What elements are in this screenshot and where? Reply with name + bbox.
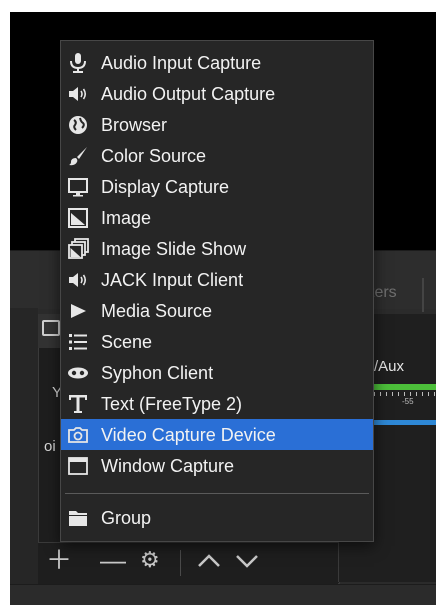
menu-item-label: JACK Input Client	[101, 270, 244, 290]
source-label-fragment: oi	[44, 438, 56, 455]
menu-item-audio-output-capture[interactable]: Audio Output Capture	[61, 78, 373, 109]
menu-item-label: Syphon Client	[101, 363, 214, 383]
microphone-icon	[70, 53, 86, 73]
menu-item-media-source[interactable]: Media Source	[61, 295, 373, 326]
menu-item-label: Scene	[101, 332, 153, 352]
menu-item-label: Group	[101, 508, 152, 528]
sources-panel-icon	[42, 320, 60, 336]
speaker-icon	[69, 273, 87, 287]
menu-item-label: Text (FreeType 2)	[101, 394, 243, 414]
menu-item-display-capture[interactable]: Display Capture	[61, 171, 373, 202]
menu-item-label: Window Capture	[101, 456, 235, 476]
menu-item-browser[interactable]: Browser	[61, 109, 373, 140]
menu-item-label: Media Source	[101, 301, 213, 321]
audio-channel-label: /Aux	[374, 358, 405, 375]
folder-icon	[69, 511, 87, 526]
globe-icon	[69, 116, 87, 134]
tab-divider	[422, 278, 424, 312]
play-icon	[71, 304, 86, 318]
menu-item-group[interactable]: Group	[61, 502, 373, 533]
menu-item-scene[interactable]: Scene	[61, 326, 373, 357]
menu-item-label: Image Slide Show	[101, 239, 247, 259]
volume-meter-scale: -55	[402, 397, 414, 406]
menu-item-label: Audio Input Capture	[101, 53, 262, 73]
menu-item-image-slide-show[interactable]: Image Slide Show	[61, 233, 373, 264]
minus-icon[interactable]: —	[100, 547, 126, 573]
brush-icon	[69, 147, 87, 166]
menu-item-jack-input-client[interactable]: JACK Input Client	[61, 264, 373, 295]
chevron-down-icon[interactable]	[234, 549, 260, 575]
menu-item-label: Browser	[101, 115, 168, 135]
menu-item-audio-input-capture[interactable]: Audio Input Capture	[61, 47, 373, 78]
menu-item-label: Image	[101, 208, 152, 228]
menu-item-color-source[interactable]: Color Source	[61, 140, 373, 171]
menu-item-label: Video Capture Device	[101, 425, 276, 445]
menu-item-syphon-client[interactable]: Syphon Client	[61, 357, 373, 388]
volume-meter	[374, 384, 436, 390]
tab-filters[interactable]: ters	[370, 284, 397, 302]
menu-item-text-freetype-2[interactable]: Text (FreeType 2)	[61, 388, 373, 419]
sources-toolbar	[38, 542, 338, 585]
camera-icon	[68, 427, 88, 443]
text-icon	[69, 395, 87, 413]
menu-item-label: Audio Output Capture	[101, 84, 276, 104]
menu-item-label: Color Source	[101, 146, 207, 166]
window-icon	[68, 457, 88, 475]
menu-item-video-capture-device[interactable]: Video Capture Device	[61, 419, 373, 450]
image-icon	[68, 208, 88, 228]
scenes-panel-edge	[10, 308, 38, 605]
monitor-icon	[68, 178, 88, 197]
menu-separator	[65, 493, 369, 494]
volume-meter-ticks	[374, 392, 436, 396]
gear-icon[interactable]: ⚙	[140, 547, 160, 573]
add-source-menu: Audio Input Capture Audio Output Capture…	[60, 40, 374, 542]
slideshow-icon	[68, 238, 89, 259]
status-strip	[10, 584, 436, 605]
list-icon	[69, 334, 87, 350]
menu-item-window-capture[interactable]: Window Capture	[61, 450, 373, 481]
volume-slider[interactable]	[374, 420, 436, 425]
toolbar-divider	[180, 550, 181, 576]
chevron-up-icon[interactable]	[196, 549, 222, 575]
syphon-icon	[68, 367, 88, 379]
speaker-icon	[69, 87, 87, 101]
plus-icon[interactable]: ＋	[46, 547, 72, 573]
menu-item-label: Display Capture	[101, 177, 230, 197]
menu-item-image[interactable]: Image	[61, 202, 373, 233]
